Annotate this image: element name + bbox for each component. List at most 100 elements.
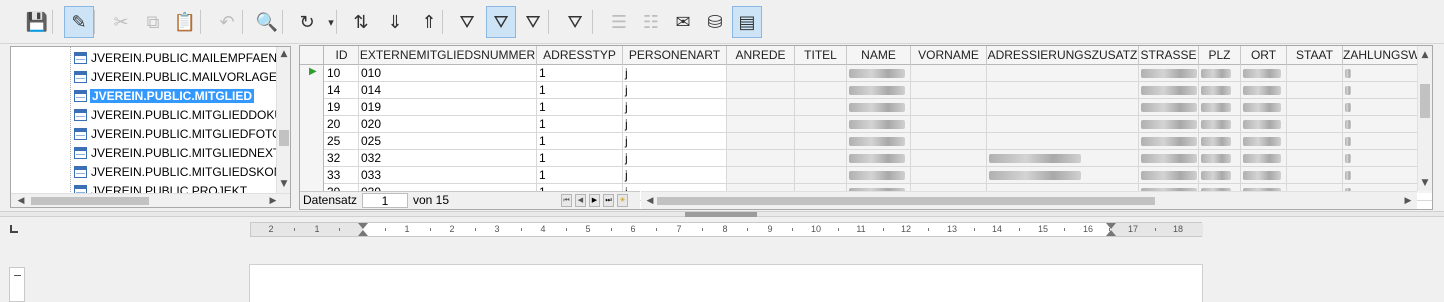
tree-item[interactable]: JVEREIN.PUBLIC.MAILEMPFAENGER bbox=[11, 49, 277, 68]
table-cell[interactable] bbox=[727, 82, 795, 99]
row-header[interactable] bbox=[300, 82, 324, 99]
table-cell[interactable] bbox=[847, 116, 911, 133]
table-cell[interactable] bbox=[987, 99, 1139, 116]
mail-merge-icon[interactable]: ✉ bbox=[668, 6, 698, 38]
column-header[interactable]: EXTERNEMITGLIEDSNUMMER bbox=[359, 46, 537, 65]
table-cell[interactable] bbox=[847, 82, 911, 99]
table-cell[interactable] bbox=[911, 133, 987, 150]
next-record-icon[interactable]: ▶ bbox=[589, 194, 600, 207]
data-source-icon[interactable]: ⛁ bbox=[700, 6, 730, 38]
sort-ascending-icon[interactable]: ⇓ bbox=[380, 6, 410, 38]
row-header[interactable]: ▶ bbox=[300, 65, 324, 82]
column-header[interactable]: NAME bbox=[847, 46, 911, 65]
column-header[interactable]: ADRESSIERUNGSZUSATZ bbox=[987, 46, 1139, 65]
table-cell[interactable] bbox=[727, 116, 795, 133]
paste-icon[interactable]: 📋 bbox=[170, 6, 200, 38]
first-record-icon[interactable]: ⏮ bbox=[561, 194, 572, 207]
column-header[interactable]: STRASSE bbox=[1139, 46, 1199, 65]
scroll-right-icon[interactable]: ▶ bbox=[1401, 194, 1415, 208]
table-cell[interactable] bbox=[1199, 65, 1241, 82]
table-cell[interactable] bbox=[1199, 82, 1241, 99]
table-cell[interactable] bbox=[1199, 133, 1241, 150]
explorer-toggle-icon[interactable]: ▤ bbox=[732, 6, 762, 38]
table-cell[interactable] bbox=[847, 99, 911, 116]
data-to-text-icon[interactable]: ☰ bbox=[604, 6, 634, 38]
tree-vertical-scrollbar[interactable]: ▲ ▼ bbox=[276, 47, 290, 194]
table-cell[interactable]: j bbox=[623, 116, 727, 133]
table-cell[interactable]: 1 bbox=[537, 133, 623, 150]
column-header[interactable]: TITEL bbox=[795, 46, 847, 65]
tree-item[interactable]: JVEREIN.PUBLIC.MITGLIEDNEXTBGBETRAG bbox=[11, 144, 277, 163]
grid-vertical-scrollbar[interactable]: ▲ ▼ bbox=[1417, 46, 1432, 191]
record-number-input[interactable] bbox=[362, 193, 408, 208]
scroll-down-icon[interactable]: ▼ bbox=[277, 177, 290, 191]
scroll-thumb[interactable] bbox=[31, 197, 149, 205]
standard-filter-icon[interactable]: ⛛ bbox=[518, 6, 548, 38]
vertical-ruler[interactable] bbox=[9, 267, 25, 302]
table-cell[interactable] bbox=[911, 167, 987, 184]
new-record-icon[interactable]: ✳ bbox=[617, 194, 628, 207]
table-cell[interactable]: 25 bbox=[325, 133, 359, 150]
save-icon[interactable]: 💾 bbox=[22, 6, 52, 38]
tree-item[interactable]: JVEREIN.PUBLIC.MITGLIEDSKONTO bbox=[11, 163, 277, 182]
document-page[interactable] bbox=[249, 264, 1203, 302]
table-cell[interactable]: j bbox=[623, 82, 727, 99]
undo-icon[interactable]: ↶ bbox=[212, 6, 242, 38]
table-row[interactable]: 33 033 1 j bbox=[300, 167, 1432, 184]
copy-icon[interactable]: ⧉ bbox=[138, 6, 168, 38]
table-cell[interactable] bbox=[847, 133, 911, 150]
column-header[interactable]: ORT bbox=[1241, 46, 1287, 65]
table-cell[interactable] bbox=[987, 133, 1139, 150]
table-cell[interactable] bbox=[795, 133, 847, 150]
scroll-up-icon[interactable]: ▲ bbox=[277, 47, 290, 61]
table-cell[interactable] bbox=[1241, 65, 1287, 82]
table-cell[interactable] bbox=[1287, 150, 1343, 167]
table-cell[interactable] bbox=[1287, 167, 1343, 184]
table-cell[interactable]: j bbox=[623, 150, 727, 167]
column-header[interactable]: PLZ bbox=[1199, 46, 1241, 65]
table-cell[interactable] bbox=[987, 167, 1139, 184]
table-cell[interactable]: 1 bbox=[537, 167, 623, 184]
tab-stop-icon[interactable] bbox=[10, 225, 18, 233]
table-cell[interactable] bbox=[911, 82, 987, 99]
last-record-icon[interactable]: ⏭ bbox=[603, 194, 614, 207]
tree-item[interactable]: JVEREIN.PUBLIC.MITGLIEDFOTO bbox=[11, 125, 277, 144]
table-cell[interactable]: j bbox=[623, 167, 727, 184]
table-row[interactable]: ▶ 10 010 1 j bbox=[300, 65, 1432, 82]
table-cell[interactable]: 020 bbox=[359, 116, 537, 133]
scroll-thumb[interactable] bbox=[279, 130, 289, 146]
table-cell[interactable] bbox=[1199, 116, 1241, 133]
table-cell[interactable] bbox=[911, 65, 987, 82]
table-cell[interactable]: 033 bbox=[359, 167, 537, 184]
autofilter-icon[interactable]: ⛛ bbox=[452, 6, 482, 38]
reset-filter-icon[interactable]: ⛛ bbox=[560, 6, 590, 38]
column-header[interactable]: VORNAME bbox=[911, 46, 987, 65]
table-cell[interactable] bbox=[1139, 150, 1199, 167]
table-cell[interactable] bbox=[1241, 99, 1287, 116]
table-cell[interactable] bbox=[795, 116, 847, 133]
table-cell[interactable] bbox=[911, 99, 987, 116]
table-cell[interactable] bbox=[1287, 116, 1343, 133]
table-cell[interactable]: 032 bbox=[359, 150, 537, 167]
table-cell[interactable]: 19 bbox=[325, 99, 359, 116]
table-cell[interactable] bbox=[1139, 99, 1199, 116]
table-cell[interactable] bbox=[795, 99, 847, 116]
table-cell[interactable] bbox=[1199, 150, 1241, 167]
table-cell[interactable] bbox=[1139, 82, 1199, 99]
table-cell[interactable]: 10 bbox=[325, 65, 359, 82]
apply-filter-icon[interactable]: ⛛ bbox=[486, 6, 516, 38]
table-cell[interactable] bbox=[727, 65, 795, 82]
column-header[interactable]: ANREDE bbox=[727, 46, 795, 65]
row-header[interactable] bbox=[300, 99, 324, 116]
table-cell[interactable] bbox=[1287, 99, 1343, 116]
scroll-left-icon[interactable]: ◀ bbox=[14, 194, 28, 207]
table-cell[interactable] bbox=[1241, 150, 1287, 167]
row-header[interactable] bbox=[300, 150, 324, 167]
table-cell[interactable] bbox=[1139, 65, 1199, 82]
table-cell[interactable] bbox=[1287, 82, 1343, 99]
table-row[interactable]: 25 025 1 j bbox=[300, 133, 1432, 150]
table-cell[interactable]: 1 bbox=[537, 82, 623, 99]
table-cell[interactable]: j bbox=[623, 133, 727, 150]
scroll-right-icon[interactable]: ▶ bbox=[266, 194, 280, 207]
table-cell[interactable] bbox=[987, 116, 1139, 133]
